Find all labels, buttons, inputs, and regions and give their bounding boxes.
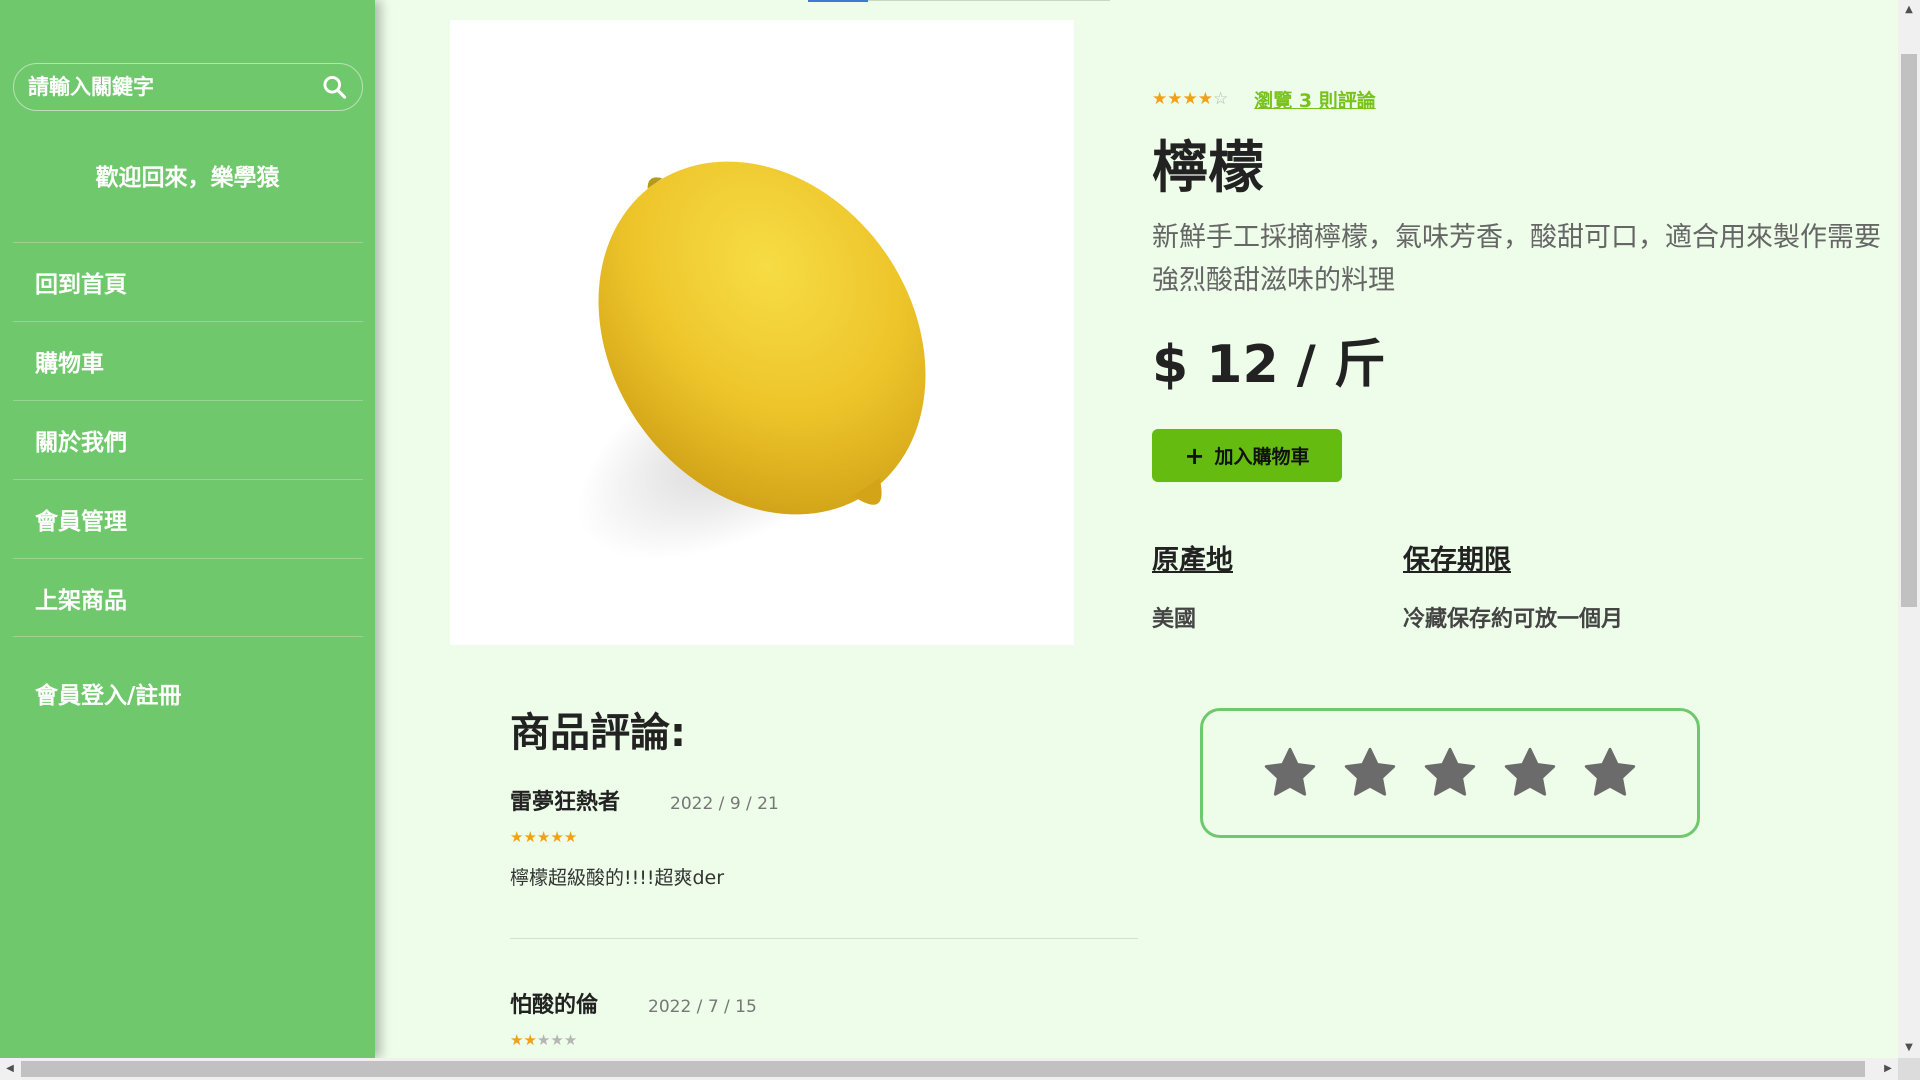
welcome-message: 歡迎回來，樂學猿 (95, 165, 280, 191)
reviewer-name: 怕酸的倫 (510, 993, 599, 1018)
reviews-section: 商品評論: 雷夢狂熱者 2022 / 9 / 21 ★ ★ ★ ★ ★ 檸檬超級… (510, 700, 1138, 1048)
plus-icon: + (1184, 441, 1205, 470)
sidebar-item-home[interactable]: 回到首頁 (13, 242, 363, 321)
rate-star-icon[interactable] (1342, 745, 1398, 801)
lemon-image (577, 161, 926, 560)
top-tab-line (868, 0, 1110, 1)
star-empty-icon: ★ (536, 1031, 551, 1049)
attribute-value: 美國 (1152, 607, 1197, 632)
scrollbar-corner (1898, 1058, 1920, 1080)
product-title: 檸檬 (1152, 136, 1264, 201)
rate-star-icon[interactable] (1422, 745, 1478, 801)
attribute-shelf-life: 保存期限 冷藏保存約可放一個月 (1403, 538, 1654, 633)
review-date: 2022 / 7 / 15 (648, 997, 757, 1017)
rating-input (1200, 708, 1700, 838)
add-to-cart-label: 加入購物車 (1214, 446, 1310, 468)
horizontal-scroll-thumb[interactable] (21, 1061, 1865, 1077)
top-tab-indicator (808, 0, 868, 2)
review-item: 怕酸的倫 2022 / 7 / 15 ★ ★ ★ ★ ★ (510, 987, 1138, 1048)
review-divider (510, 938, 1138, 939)
horizontal-scrollbar[interactable]: ◀ ▶ (0, 1058, 1898, 1080)
sidebar-item-members[interactable]: 會員管理 (13, 479, 363, 558)
star-full-icon: ★ (1152, 89, 1168, 109)
product-attributes: 原產地 美國 保存期限 冷藏保存約可放一個月 (1152, 538, 1882, 633)
scroll-down-arrow-icon[interactable]: ▼ (1898, 1038, 1920, 1058)
reviews-title: 商品評論: (510, 710, 686, 756)
review-rating: ★ ★ ★ ★ ★ (510, 1033, 1138, 1048)
rate-star-icon[interactable] (1262, 745, 1318, 801)
search-box (13, 63, 363, 111)
search-input[interactable] (28, 75, 321, 99)
star-full-icon: ★ (510, 828, 524, 846)
product-price: $ 12 / 斤 (1152, 335, 1386, 395)
sidebar: 歡迎回來，樂學猿 回到首頁 購物車 關於我們 會員管理 上架商品 會員登入/註冊 (0, 0, 375, 1058)
rate-star-icon[interactable] (1582, 745, 1638, 801)
star-empty-icon: ★ (550, 1031, 564, 1049)
attribute-origin: 原產地 美國 (1152, 538, 1403, 633)
review-date: 2022 / 9 / 21 (670, 794, 779, 814)
attribute-value: 冷藏保存約可放一個月 (1403, 607, 1624, 632)
star-full-icon: ★ (1167, 89, 1183, 109)
star-full-icon: ★ (563, 828, 578, 846)
attribute-label: 保存期限 (1403, 545, 1511, 576)
sidebar-item-list-product[interactable]: 上架商品 (13, 558, 363, 637)
rate-star-icon[interactable] (1502, 745, 1558, 801)
add-to-cart-button[interactable]: + 加入購物車 (1152, 429, 1342, 482)
review-item: 雷夢狂熱者 2022 / 9 / 21 ★ ★ ★ ★ ★ 檸檬超級酸的!!!!… (510, 784, 1138, 890)
star-full-icon: ★ (1197, 89, 1213, 109)
star-empty-icon: ★ (563, 1031, 578, 1049)
reviewer-name: 雷夢狂熱者 (510, 790, 621, 815)
star-full-icon: ★ (1182, 89, 1198, 109)
review-text: 檸檬超級酸的!!!!超爽der (510, 867, 725, 889)
sidebar-item-about[interactable]: 關於我們 (13, 400, 363, 479)
vertical-scrollbar[interactable]: ▲ ▼ (1898, 0, 1920, 1058)
star-full-icon: ★ (536, 828, 551, 846)
login-register-link[interactable]: 會員登入/註冊 (35, 676, 181, 710)
star-full-icon: ★ (550, 828, 564, 846)
review-rating: ★ ★ ★ ★ ★ (510, 830, 1138, 845)
attribute-label: 原產地 (1152, 545, 1233, 576)
star-full-icon: ★ (523, 1031, 537, 1049)
scroll-left-arrow-icon[interactable]: ◀ (0, 1058, 20, 1080)
search-icon[interactable] (321, 73, 348, 101)
scroll-up-arrow-icon[interactable]: ▲ (1898, 0, 1920, 20)
product-info: ★ ★ ★ ★ ☆ 瀏覽 3 則評論 檸檬 新鮮手工採摘檸檬，氣味芳香，酸甜可口… (1152, 86, 1882, 633)
star-full-icon: ★ (523, 828, 537, 846)
product-rating: ★ ★ ★ ★ ☆ 瀏覽 3 則評論 (1152, 86, 1882, 113)
star-full-icon: ★ (510, 1031, 524, 1049)
vertical-scroll-thumb[interactable] (1901, 54, 1917, 607)
sidebar-item-cart[interactable]: 購物車 (13, 321, 363, 400)
product-description: 新鮮手工採摘檸檬，氣味芳香，酸甜可口，適合用來製作需要強烈酸甜滋味的料理 (1152, 222, 1881, 296)
scroll-right-arrow-icon[interactable]: ▶ (1878, 1058, 1898, 1080)
view-reviews-link[interactable]: 瀏覽 3 則評論 (1254, 86, 1375, 113)
star-empty-icon: ☆ (1213, 89, 1229, 109)
sidebar-nav: 回到首頁 購物車 關於我們 會員管理 上架商品 (13, 242, 363, 637)
product-image (450, 20, 1074, 645)
